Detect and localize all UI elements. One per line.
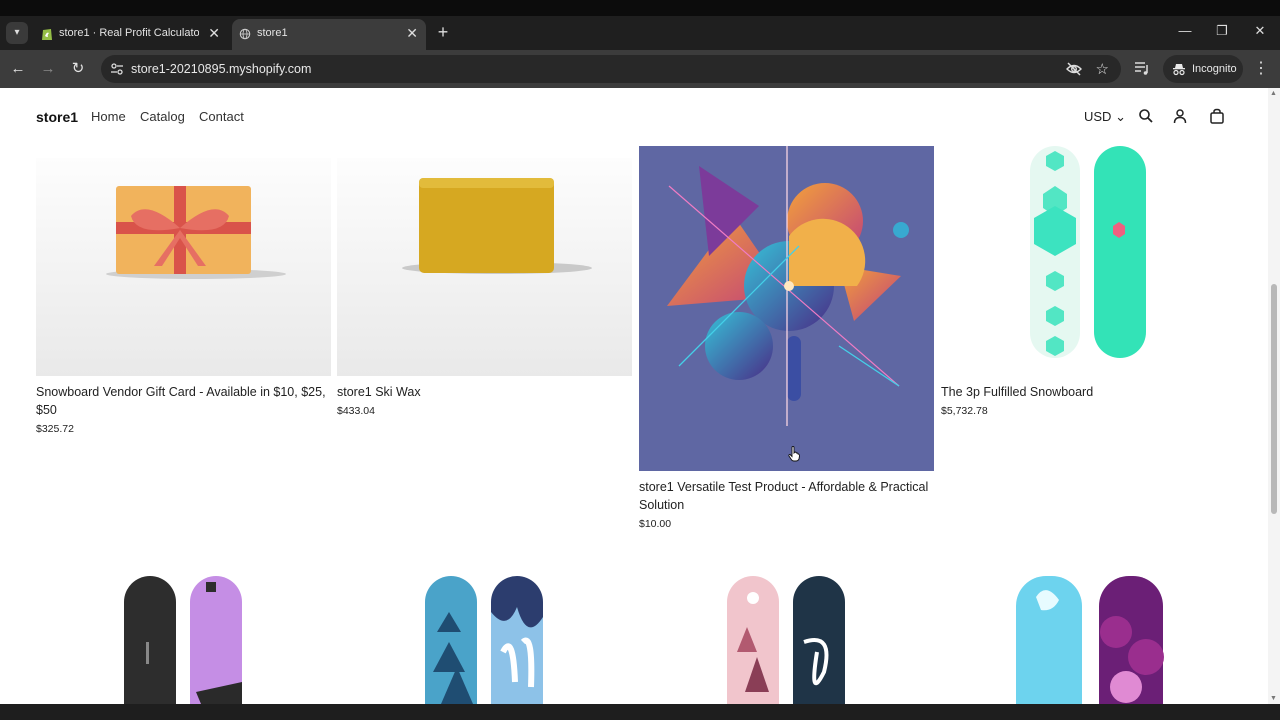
snowboard-image [1030, 146, 1146, 358]
store-logo[interactable]: store1 [36, 109, 78, 125]
tab-strip: ▾ store1 · Real Profit Calculator · S ✕ … [0, 16, 1280, 50]
gift-card-image [106, 186, 286, 279]
product-title[interactable]: The 3p Fulfilled Snowboard [941, 383, 1093, 401]
back-button[interactable]: ← [8, 59, 28, 79]
abstract-art-image [639, 146, 934, 471]
tab-real-profit-calculator[interactable]: store1 · Real Profit Calculator · S ✕ [34, 19, 228, 50]
reload-button[interactable]: ↻ [68, 59, 88, 79]
cart-icon[interactable] [1209, 108, 1225, 124]
snowboard-image [1016, 576, 1164, 704]
more-vertical-icon: ⋮ [1253, 60, 1269, 77]
product-price: $433.04 [337, 405, 375, 417]
screen-bottom-strip [0, 704, 1280, 720]
snowboard-image [425, 576, 543, 704]
minimize-button[interactable]: — [1175, 23, 1195, 38]
screen-top-strip [0, 0, 1280, 16]
chevron-down-icon: ⌄ [1115, 109, 1126, 124]
browser-menu-button[interactable]: ⋮ [1253, 58, 1269, 78]
close-icon[interactable]: ✕ [208, 25, 220, 42]
store-header: store1 Home Catalog Contact USD ⌄ [0, 88, 1268, 146]
ski-wax-image [402, 178, 592, 274]
tab-title: store1 [257, 27, 288, 39]
search-icon[interactable] [1138, 108, 1154, 124]
tab-search-button[interactable]: ▾ [6, 22, 28, 44]
product-image-snowboard[interactable] [36, 572, 331, 704]
nav-home[interactable]: Home [91, 109, 126, 124]
product-title[interactable]: store1 Versatile Test Product - Affordab… [639, 478, 929, 514]
scroll-down-icon[interactable]: ▼ [1270, 695, 1277, 702]
tab-title: store1 · Real Profit Calculator · S [59, 27, 199, 39]
tab-store1[interactable]: store1 ✕ [232, 19, 426, 50]
arrow-left-icon: ← [10, 60, 26, 77]
account-icon[interactable] [1172, 108, 1188, 124]
scrollbar-thumb[interactable] [1271, 284, 1277, 514]
product-image-snowboard[interactable] [337, 572, 632, 704]
scroll-up-icon[interactable]: ▲ [1270, 90, 1277, 97]
shopify-icon [42, 29, 52, 40]
chevron-down-icon: ▾ [14, 27, 20, 38]
site-settings-icon [111, 63, 123, 75]
url-text: store1-20210895.myshopify.com [131, 62, 312, 76]
product-image-snowboard[interactable] [941, 572, 1236, 704]
arrow-right-icon: → [40, 60, 56, 77]
new-tab-button[interactable]: + [433, 22, 453, 42]
snowboard-image [124, 576, 242, 704]
product-image-ski-wax[interactable] [337, 158, 632, 376]
close-window-button[interactable]: ✕ [1250, 23, 1270, 39]
address-bar[interactable]: store1-20210895.myshopify.com ☆ [101, 55, 1121, 83]
incognito-badge[interactable]: Incognito [1163, 55, 1243, 83]
nav-contact[interactable]: Contact [199, 109, 244, 124]
product-title[interactable]: store1 Ski Wax [337, 383, 421, 401]
product-image-3p-snowboard[interactable] [941, 146, 1236, 364]
plus-icon: + [437, 22, 449, 42]
incognito-icon [1173, 64, 1185, 76]
close-icon[interactable]: ✕ [406, 25, 418, 42]
media-controls-icon[interactable] [1134, 60, 1150, 76]
product-title[interactable]: Snowboard Vendor Gift Card - Available i… [36, 383, 326, 419]
forward-button[interactable]: → [38, 59, 58, 79]
product-price: $5,732.78 [941, 405, 988, 417]
star-icon[interactable]: ☆ [1096, 60, 1109, 78]
page-viewport: store1 Home Catalog Contact USD ⌄ Snowbo… [0, 88, 1280, 704]
address-toolbar: ← → ↻ store1-20210895.myshopify.com ☆ In… [0, 50, 1280, 88]
restore-button[interactable]: ❐ [1212, 23, 1232, 39]
product-image-gift-card[interactable] [36, 158, 331, 376]
product-image-snowboard[interactable] [639, 572, 934, 704]
incognito-label: Incognito [1192, 63, 1237, 75]
currency-selector[interactable]: USD ⌄ [1084, 109, 1126, 125]
product-price: $10.00 [639, 518, 672, 530]
nav-catalog[interactable]: Catalog [140, 109, 185, 124]
hand-cursor-icon [788, 446, 800, 462]
eye-off-icon[interactable] [1065, 61, 1083, 77]
snowboard-image [727, 576, 845, 704]
reload-icon: ↻ [71, 60, 85, 77]
page-scrollbar[interactable]: ▲ ▼ [1268, 88, 1280, 704]
currency-label: USD [1084, 109, 1112, 124]
product-image-versatile-test[interactable] [639, 146, 934, 471]
globe-icon [239, 28, 251, 40]
product-price: $325.72 [36, 423, 74, 435]
